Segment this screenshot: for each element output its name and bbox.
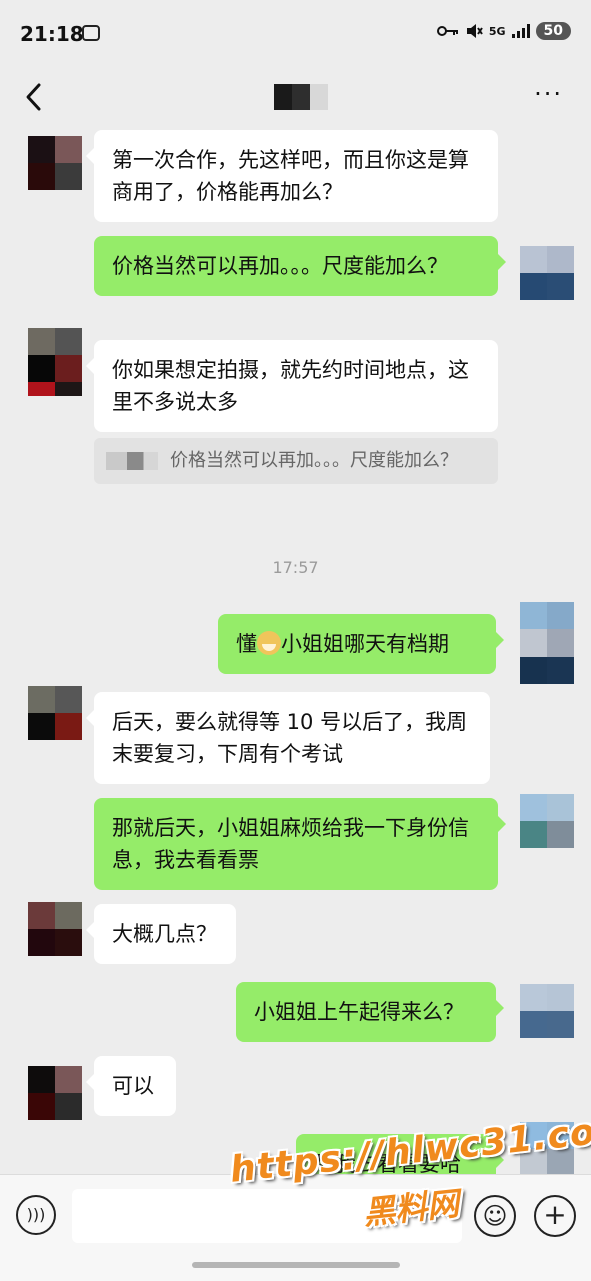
battery-level: 50 <box>535 22 571 40</box>
message-text: 可以 <box>112 1074 154 1098</box>
quoted-sender-censored <box>106 452 158 470</box>
avatar[interactable] <box>28 686 82 740</box>
message-text: 那就后天，小姐姐麻烦给我一下身份信息，我去看看票 <box>112 816 469 872</box>
message-list[interactable]: 第一次合作，先这样吧，而且你这是算商用了，价格能再加么？ 价格当然可以再加。。。… <box>0 126 591 1174</box>
message-text: 大概几点？ <box>112 922 217 946</box>
network-type: 5G <box>488 24 506 38</box>
avatar[interactable] <box>520 984 574 1038</box>
message-text: 你如果想定拍摄，就先约时间地点，这里不多说太多 <box>112 358 469 414</box>
avatar[interactable] <box>520 602 574 684</box>
message-bubble[interactable]: 价格当然可以再加。。。尺度能加么？ <box>94 236 506 296</box>
avatar[interactable] <box>28 136 82 190</box>
message-text: 懂 <box>236 632 257 656</box>
quoted-message[interactable]: 价格当然可以再加。。。尺度能加么？ <box>94 438 498 484</box>
message-bubble[interactable]: 可以 <box>86 1056 176 1116</box>
signal-icon <box>511 24 530 38</box>
doge-emoji-icon <box>257 631 281 655</box>
emoji-icon[interactable]: ☺ <box>474 1195 516 1237</box>
mute-icon <box>466 24 483 38</box>
message-bubble[interactable]: 懂小姐姐哪天有档期 <box>218 614 504 674</box>
message-text: 后天，要么就得等 10 号以后了，我周末要复习，下周有个考试 <box>112 710 468 766</box>
key-icon <box>436 26 458 36</box>
message-bubble[interactable]: 后天，要么就得等 10 号以后了，我周末要复习，下周有个考试 <box>86 692 490 784</box>
message-text: 小姐姐哪天有档期 <box>281 632 449 656</box>
quoted-text: 价格当然可以再加。。。尺度能加么？ <box>170 450 458 471</box>
avatar[interactable] <box>28 902 82 956</box>
voice-icon[interactable]: ))) <box>16 1195 56 1235</box>
message-text: 价格当然可以再加。。。尺度能加么？ <box>112 254 448 278</box>
avatar[interactable] <box>28 328 82 382</box>
message-text: 小姐姐上午起得来么？ <box>254 1000 464 1024</box>
screen-record-icon <box>82 25 100 41</box>
more-button[interactable]: ··· <box>534 80 563 108</box>
avatar[interactable] <box>520 246 574 300</box>
avatar-lower <box>28 382 82 410</box>
plus-icon[interactable]: + <box>534 1195 576 1237</box>
message-bubble[interactable]: 那就后天，小姐姐麻烦给我一下身份信息，我去看看票 <box>94 798 506 890</box>
message-bubble[interactable]: 你如果想定拍摄，就先约时间地点，这里不多说太多 <box>86 340 498 432</box>
message-bubble[interactable]: 大概几点？ <box>86 904 236 964</box>
timestamp: 17:57 <box>272 558 319 577</box>
message-bubble[interactable]: 小姐姐上午起得来么？ <box>236 982 504 1042</box>
avatar[interactable] <box>28 1066 82 1120</box>
chat-header: ··· <box>0 70 591 126</box>
message-text: 第一次合作，先这样吧，而且你这是算商用了，价格能再加么？ <box>112 148 469 204</box>
status-time: 21:18 <box>20 22 84 46</box>
chevron-left-icon[interactable] <box>20 82 50 112</box>
avatar[interactable] <box>520 794 574 848</box>
status-icons: 5G 50 <box>436 22 571 40</box>
home-indicator[interactable] <box>192 1262 400 1268</box>
contact-name-censored <box>274 84 328 110</box>
status-bar: 21:18 5G 50 <box>0 0 591 70</box>
message-bubble[interactable]: 第一次合作，先这样吧，而且你这是算商用了，价格能再加么？ <box>86 130 498 222</box>
